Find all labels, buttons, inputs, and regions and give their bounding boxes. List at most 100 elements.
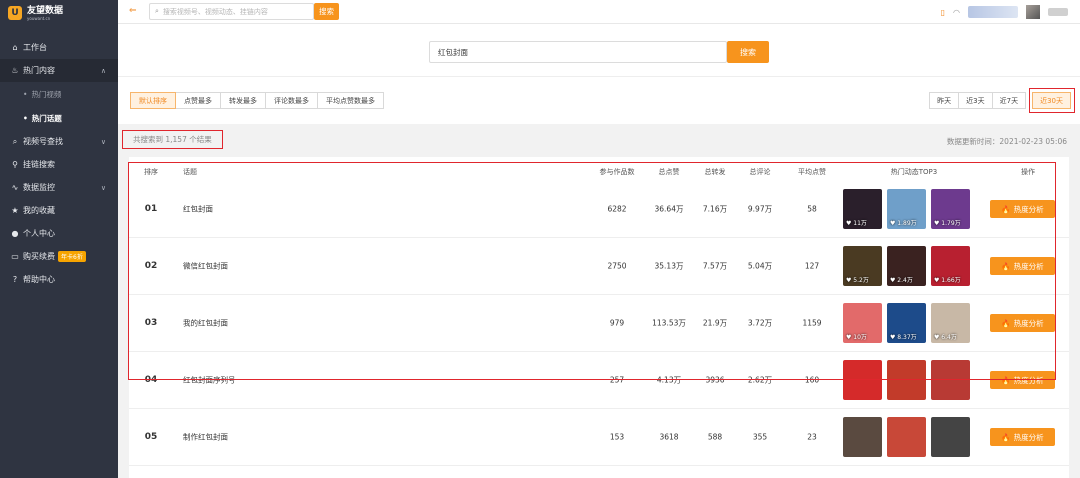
card-icon: ▭ — [11, 252, 19, 261]
sidebar-item[interactable]: ▭ 购买续费 年卡6折 — [0, 245, 118, 268]
row-works: 257 — [609, 375, 625, 385]
topic-search-input[interactable]: 红包封面 — [429, 41, 727, 63]
main-content: 红包封面 搜索 默认排序 点赞最多 转发最多 评论数最多 平均点赞数最多 昨天 近3天 近7… — [118, 24, 1080, 478]
row-comments: 5.04万 — [747, 261, 773, 271]
col-comments: 总评论 — [749, 168, 771, 176]
sidebar-item[interactable]: ? 帮助中心 — [0, 268, 118, 291]
sidebar-item[interactable]: ⌂ 工作台 — [0, 36, 118, 59]
row-shares: 7.57万 — [702, 261, 728, 271]
table-header: 排序 话题 参与作品数 总点赞 总转发 总评论 平均点赞 热门动态TOP3 操作 — [129, 161, 1069, 181]
chevron-icon: ∨ — [100, 137, 106, 146]
sort-tab[interactable]: 转发最多 — [220, 92, 266, 109]
headset-icon[interactable]: ◠ — [953, 8, 960, 17]
range-tabs: 昨天 近3天 近7天 近30天 — [929, 88, 1075, 113]
heat-analysis-button[interactable]: 🔥 热度分析 — [990, 428, 1055, 446]
thumbnail-likes: ♥ 2.4万 — [890, 277, 913, 284]
heat-analysis-label: 热度分析 — [1013, 261, 1044, 271]
sidebar-item-label: 视频号查找 — [23, 137, 63, 146]
avatar[interactable] — [1026, 5, 1040, 19]
range-tab[interactable]: 昨天 — [929, 92, 960, 109]
video-thumbnail[interactable]: ♥ 11万 — [843, 189, 882, 229]
row-topic[interactable]: 红包封面 — [183, 204, 213, 215]
video-thumbnail[interactable] — [843, 360, 882, 400]
range-tab[interactable]: 近3天 — [958, 92, 993, 109]
top3-thumbnails: ♥ 5.2万 ♥ 2.4万 ♥ 1.66万 — [843, 246, 970, 286]
promo-badge: 年卡6折 — [58, 251, 86, 262]
sidebar-item[interactable]: ★ 我的收藏 — [0, 199, 118, 222]
video-thumbnail[interactable] — [843, 417, 882, 457]
row-works: 2750 — [607, 261, 627, 271]
sort-tab[interactable]: 默认排序 — [130, 92, 176, 109]
sidebar-item[interactable]: ● 个人中心 — [0, 222, 118, 245]
sort-tab[interactable]: 点赞最多 — [175, 92, 221, 109]
video-thumbnail[interactable] — [887, 360, 926, 400]
heat-analysis-button[interactable]: 🔥 热度分析 — [990, 257, 1055, 275]
row-likes: 3618 — [659, 432, 679, 442]
video-thumbnail[interactable]: ♥ 8.37万 — [887, 303, 926, 343]
table-row: 05 制作红包封面 153 3618 588 355 23 🔥 热度分析 — [129, 409, 1069, 466]
row-topic[interactable]: 我的红包封面 — [183, 318, 228, 329]
collapse-menu-icon[interactable]: ⇐ — [129, 6, 137, 16]
sort-tab[interactable]: 平均点赞数最多 — [317, 92, 384, 109]
sidebar-subitem[interactable]: • 热门话题 — [0, 106, 118, 130]
row-shares: 21.9万 — [702, 318, 728, 328]
row-works: 6282 — [607, 204, 627, 214]
video-thumbnail[interactable]: ♥ 2.4万 — [887, 246, 926, 286]
range-tab[interactable]: 近7天 — [991, 92, 1027, 109]
search-icon: ⌕ — [12, 136, 18, 146]
pulse-icon: ∿ — [11, 183, 19, 192]
row-works: 979 — [609, 318, 625, 328]
video-thumbnail[interactable]: ♥ 10万 — [843, 303, 882, 343]
notification-icon[interactable]: ▯ — [941, 8, 945, 17]
row-comments: 2.62万 — [747, 375, 773, 385]
sidebar-subitem-label: 热门话题 — [31, 113, 62, 123]
heat-analysis-button[interactable]: 🔥 热度分析 — [990, 371, 1055, 389]
row-topic[interactable]: 红包封面序列号 — [183, 375, 236, 386]
flame-icon: 🔥 — [1001, 432, 1011, 442]
sidebar-item-label: 个人中心 — [23, 229, 55, 238]
video-thumbnail[interactable]: ♥ 1.79万 — [931, 189, 970, 229]
sidebar-item[interactable]: ♨ 热门内容 ∧ — [0, 59, 118, 82]
update-time: 数据更新时间：2021-02-23 05:06 — [946, 137, 1067, 146]
row-shares: 3936 — [705, 375, 725, 385]
user-name-blurred[interactable] — [968, 6, 1018, 18]
divider — [118, 76, 1080, 77]
flame-icon: 🔥 — [1001, 261, 1011, 271]
row-likes: 113.53万 — [652, 318, 686, 328]
account-menu[interactable] — [1048, 8, 1068, 16]
sidebar-subitem[interactable]: • 热门视频 — [0, 82, 118, 106]
row-shares: 7.16万 — [702, 204, 728, 214]
sidebar-item[interactable]: ⚲ 挂链搜索 — [0, 153, 118, 176]
sidebar-item[interactable]: ⌕ 视频号查找 ∨ — [0, 130, 118, 153]
video-thumbnail[interactable] — [931, 360, 970, 400]
heat-analysis-button[interactable]: 🔥 热度分析 — [990, 314, 1055, 332]
video-thumbnail[interactable]: ♥ 1.89万 — [887, 189, 926, 229]
video-thumbnail[interactable] — [931, 417, 970, 457]
flame-icon: 🔥 — [1001, 204, 1011, 214]
table-row: 04 红包封面序列号 257 4.13万 3936 2.62万 160 🔥 热度分析 — [129, 352, 1069, 409]
row-topic[interactable]: 微信红包封面 — [183, 261, 228, 272]
video-thumbnail[interactable] — [887, 417, 926, 457]
sidebar-item[interactable]: ∿ 数据监控 ∨ — [0, 176, 118, 199]
topic-table: 排序 话题 参与作品数 总点赞 总转发 总评论 平均点赞 热门动态TOP3 操作… — [129, 157, 1069, 478]
logo-mark: U — [8, 6, 22, 20]
video-thumbnail[interactable]: ♥ 1.66万 — [931, 246, 970, 286]
top-search-button[interactable]: 搜索 — [314, 3, 339, 20]
thumbnail-likes: ♥ 6.4万 — [934, 334, 957, 341]
row-topic[interactable]: 制作红包封面 — [183, 432, 228, 443]
row-likes: 36.64万 — [654, 204, 684, 214]
thumbnail-likes: ♥ 1.89万 — [890, 220, 917, 227]
row-comments: 9.97万 — [747, 204, 773, 214]
topic-search-button[interactable]: 搜索 — [727, 41, 769, 63]
logo[interactable]: U 友望数据 youwant.cn — [0, 0, 118, 26]
range-tab[interactable]: 近30天 — [1032, 92, 1071, 109]
sort-tab[interactable]: 评论数最多 — [265, 92, 318, 109]
video-thumbnail[interactable]: ♥ 6.4万 — [931, 303, 970, 343]
heat-analysis-button[interactable]: 🔥 热度分析 — [990, 200, 1055, 218]
thumbnail-likes: ♥ 1.66万 — [934, 277, 961, 284]
top3-thumbnails — [843, 360, 970, 400]
sidebar-item-label: 我的收藏 — [23, 206, 55, 215]
top-search-input[interactable]: ⌕ 搜索视频号、视频动态、挂链内容 — [149, 3, 314, 20]
video-thumbnail[interactable]: ♥ 5.2万 — [843, 246, 882, 286]
sidebar-item-label: 挂链搜索 — [23, 160, 55, 169]
